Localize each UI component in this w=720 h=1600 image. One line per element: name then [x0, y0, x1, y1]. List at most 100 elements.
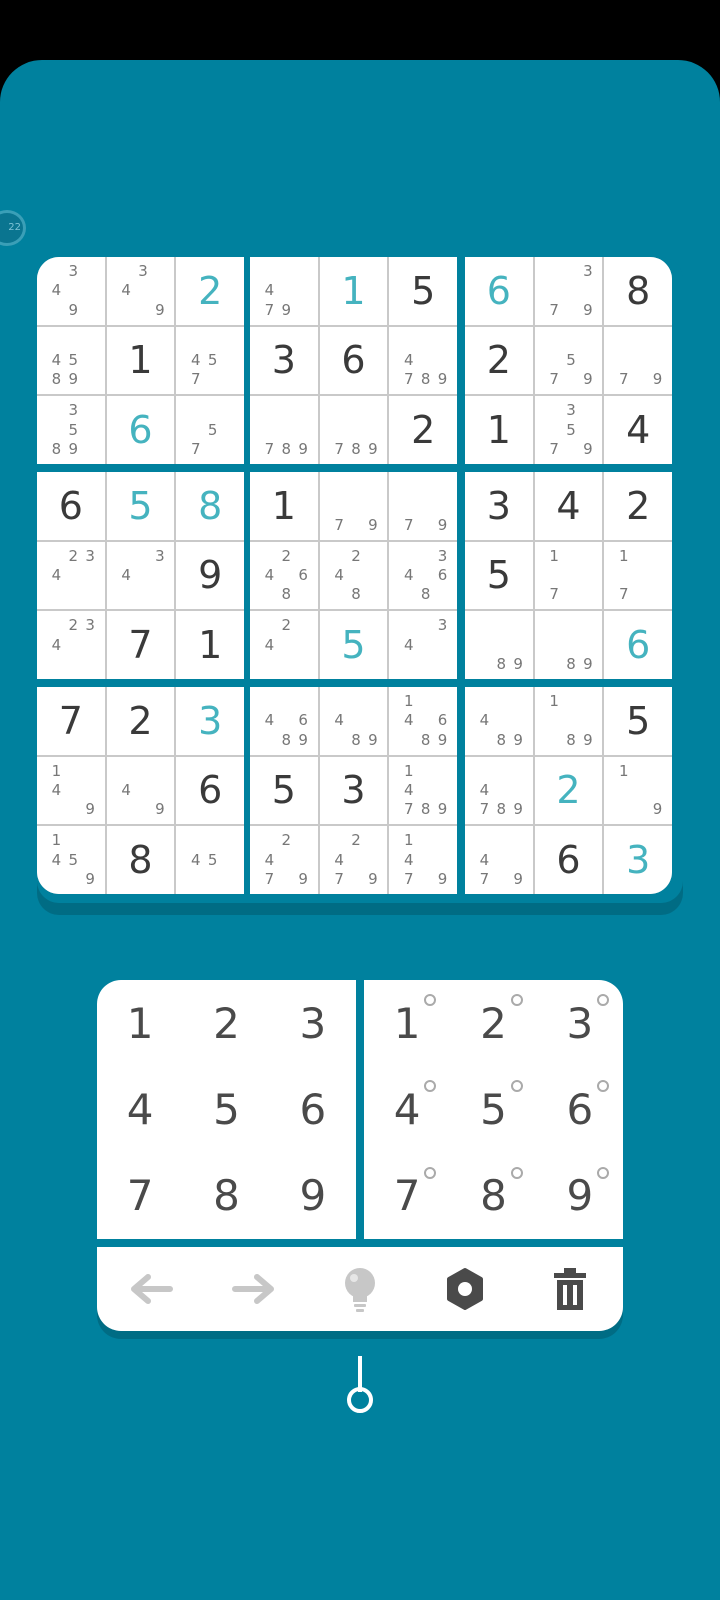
- board-cell[interactable]: 6: [604, 611, 672, 679]
- board-cell[interactable]: 4: [604, 396, 672, 464]
- redo-button[interactable]: [225, 1259, 285, 1319]
- board-cell[interactable]: 14 9: [37, 756, 105, 825]
- board-cell[interactable]: 2: [465, 326, 533, 395]
- board-cell[interactable]: 479: [250, 257, 318, 325]
- board-cell[interactable]: 19: [604, 756, 672, 825]
- board-cell[interactable]: 2: [534, 756, 603, 825]
- board-cell[interactable]: 8: [106, 826, 175, 894]
- board-cell[interactable]: 49: [106, 756, 175, 825]
- board-cell[interactable]: 2: [389, 396, 457, 464]
- board-cell[interactable]: 34: [106, 541, 175, 610]
- board-cell[interactable]: 3: [604, 826, 672, 894]
- note-key-5[interactable]: 5: [450, 1066, 536, 1152]
- digit-key-6[interactable]: 6: [270, 1066, 356, 1152]
- board-cell[interactable]: 3: [176, 687, 244, 755]
- digit-key-3[interactable]: 3: [270, 980, 356, 1066]
- board-cell[interactable]: 248: [319, 541, 388, 610]
- board-cell[interactable]: 3: [465, 472, 533, 540]
- board-cell[interactable]: 3589: [37, 396, 105, 464]
- board-cell[interactable]: 5: [604, 687, 672, 755]
- board-cell[interactable]: 57 9: [534, 326, 603, 395]
- note-key-1[interactable]: 1: [364, 980, 450, 1066]
- board-cell[interactable]: 4789: [465, 756, 533, 825]
- board-cell[interactable]: 79: [319, 472, 388, 540]
- board-cell[interactable]: 89: [534, 611, 603, 679]
- board-cell[interactable]: 5: [389, 257, 457, 325]
- board-cell[interactable]: 189: [534, 687, 603, 755]
- board-cell[interactable]: 4: [534, 472, 603, 540]
- board-cell[interactable]: 2: [604, 472, 672, 540]
- board-cell[interactable]: 3: [250, 326, 318, 395]
- board-cell[interactable]: 6: [319, 326, 388, 395]
- board-cell[interactable]: 79: [604, 326, 672, 395]
- board-cell[interactable]: 6: [106, 396, 175, 464]
- digit-key-2[interactable]: 2: [183, 980, 269, 1066]
- board-cell[interactable]: 3 7 9: [534, 257, 603, 325]
- digit-key-4[interactable]: 4: [97, 1066, 183, 1152]
- board-cell[interactable]: 1: [319, 257, 388, 325]
- board-cell[interactable]: 89: [465, 611, 533, 679]
- note-key-3[interactable]: 3: [537, 980, 623, 1066]
- timer-badge[interactable]: 22: [0, 210, 26, 246]
- board-cell[interactable]: 14 689: [389, 687, 457, 755]
- hint-button[interactable]: [330, 1259, 390, 1319]
- board-cell[interactable]: 1: [106, 326, 175, 395]
- board-cell[interactable]: 789: [319, 396, 388, 464]
- erase-button[interactable]: [540, 1259, 600, 1319]
- board-cell[interactable]: 5: [106, 472, 175, 540]
- board-cell[interactable]: 4 689: [250, 687, 318, 755]
- board-cell[interactable]: 247 9: [319, 826, 388, 894]
- board-cell[interactable]: 2: [106, 687, 175, 755]
- board-cell[interactable]: 8: [604, 257, 672, 325]
- board-cell[interactable]: 8: [176, 472, 244, 540]
- board-cell[interactable]: 1: [250, 472, 318, 540]
- board-cell[interactable]: 7: [37, 687, 105, 755]
- board-cell[interactable]: 23 4: [37, 541, 105, 610]
- digit-key-9[interactable]: 9: [270, 1153, 356, 1239]
- board-cell[interactable]: 5: [250, 756, 318, 825]
- digit-key-8[interactable]: 8: [183, 1153, 269, 1239]
- digit-key-7[interactable]: 7: [97, 1153, 183, 1239]
- board-cell[interactable]: 1: [465, 396, 533, 464]
- board-cell[interactable]: 34 9: [106, 257, 175, 325]
- board-cell[interactable]: 479: [465, 826, 533, 894]
- board-cell[interactable]: 24 68: [250, 541, 318, 610]
- board-cell[interactable]: 7: [106, 611, 175, 679]
- board-cell[interactable]: 489: [465, 687, 533, 755]
- digit-key-5[interactable]: 5: [183, 1066, 269, 1152]
- note-key-6[interactable]: 6: [537, 1066, 623, 1152]
- board-cell[interactable]: 789: [250, 396, 318, 464]
- note-key-2[interactable]: 2: [450, 980, 536, 1066]
- note-key-7[interactable]: 7: [364, 1153, 450, 1239]
- board-cell[interactable]: 17: [604, 541, 672, 610]
- board-cell[interactable]: 6: [465, 257, 533, 325]
- board-cell[interactable]: 247 9: [250, 826, 318, 894]
- board-cell[interactable]: 3: [319, 756, 388, 825]
- board-cell[interactable]: 489: [319, 687, 388, 755]
- board-cell[interactable]: 1: [176, 611, 244, 679]
- board-cell[interactable]: 17: [534, 541, 603, 610]
- board-cell[interactable]: 34: [389, 611, 457, 679]
- board-cell[interactable]: 24: [250, 611, 318, 679]
- note-key-4[interactable]: 4: [364, 1066, 450, 1152]
- board-cell[interactable]: 5: [319, 611, 388, 679]
- board-cell[interactable]: 4789: [389, 326, 457, 395]
- board-cell[interactable]: 4589: [37, 326, 105, 395]
- board-cell[interactable]: 6: [37, 472, 105, 540]
- board-cell[interactable]: 147 9: [389, 826, 457, 894]
- board-cell[interactable]: 79: [389, 472, 457, 540]
- board-cell[interactable]: 1459: [37, 826, 105, 894]
- drag-handle[interactable]: [341, 1356, 379, 1416]
- board-cell[interactable]: 9: [176, 541, 244, 610]
- digit-key-1[interactable]: 1: [97, 980, 183, 1066]
- board-cell[interactable]: 357 9: [534, 396, 603, 464]
- board-cell[interactable]: 14789: [389, 756, 457, 825]
- board-cell[interactable]: 6: [534, 826, 603, 894]
- board-cell[interactable]: 57: [176, 396, 244, 464]
- note-key-9[interactable]: 9: [537, 1153, 623, 1239]
- undo-button[interactable]: [120, 1259, 180, 1319]
- board-cell[interactable]: 3 4 68: [389, 541, 457, 610]
- settings-button[interactable]: [435, 1259, 495, 1319]
- board-cell[interactable]: 457: [176, 326, 244, 395]
- board-cell[interactable]: 45: [176, 826, 244, 894]
